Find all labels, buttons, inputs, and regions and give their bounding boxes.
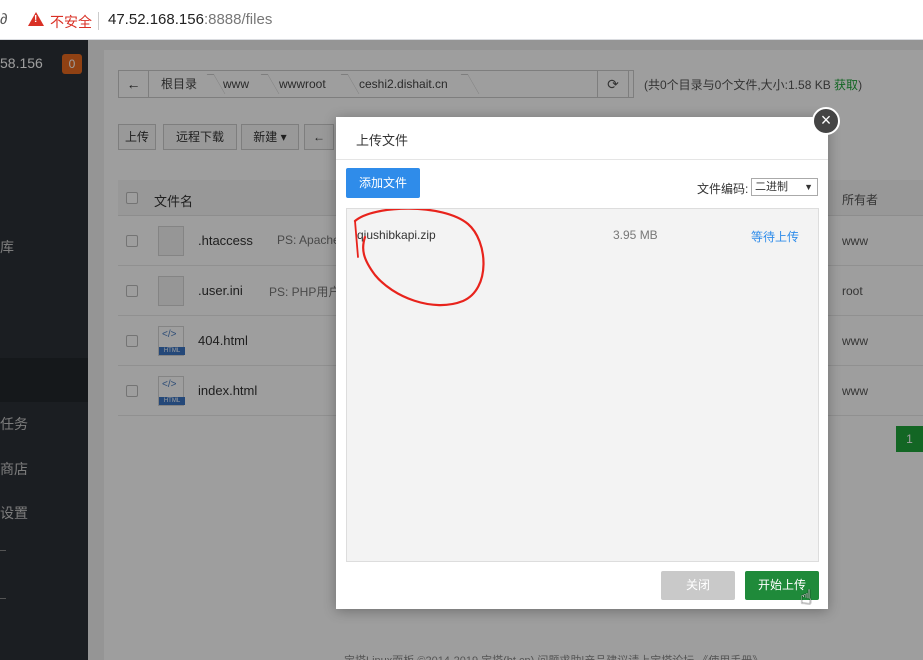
upload-file-list: qiushibkapi.zip 3.95 MB 等待上传 (346, 208, 819, 562)
encoding-value: 二进制 (755, 181, 788, 193)
dialog-divider (336, 159, 828, 160)
encoding-select[interactable]: 二进制 ▼ (751, 178, 818, 196)
caret-down-icon: ▼ (804, 182, 813, 192)
upload-dialog: 上传文件 添加文件 文件编码: 二进制 ▼ qiushibkapi.zip 3.9… (336, 117, 828, 609)
encoding-label: 文件编码: (697, 182, 749, 196)
red-annotation-circle (353, 209, 485, 307)
warning-icon[interactable] (28, 12, 44, 26)
dialog-title: 上传文件 (356, 133, 409, 148)
url-text[interactable]: 47.52.168.156:8888/files (108, 11, 272, 28)
browser-address-bar[interactable]: ∂ 不安全 47.52.168.156:8888/files (0, 0, 923, 40)
close-button[interactable]: 关闭 (661, 571, 735, 600)
upload-status: 等待上传 (751, 230, 800, 244)
address-bar-lead-glyph: ∂ (0, 11, 8, 28)
dialog-close-icon[interactable]: × (812, 107, 840, 135)
hand-cursor-icon: ☝ (800, 587, 813, 609)
add-file-button[interactable]: 添加文件 (346, 168, 420, 198)
security-label[interactable]: 不安全 (50, 12, 92, 32)
address-separator (98, 12, 99, 30)
upload-file-size: 3.95 MB (613, 228, 658, 242)
url-rest: :8888/files (203, 11, 273, 28)
url-host: 47.52.168.156 (108, 11, 204, 28)
